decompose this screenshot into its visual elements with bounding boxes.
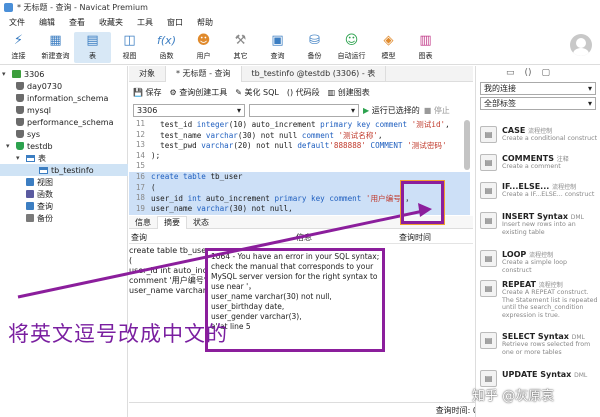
annotation-arrow: [17, 203, 432, 299]
highlight-box-comma-inner: [401, 181, 444, 224]
watermark: 知乎 @灰原哀: [472, 389, 555, 404]
annotation-text: 将英文逗号改成中文的: [8, 322, 228, 346]
highlight-box-error: [205, 248, 385, 352]
